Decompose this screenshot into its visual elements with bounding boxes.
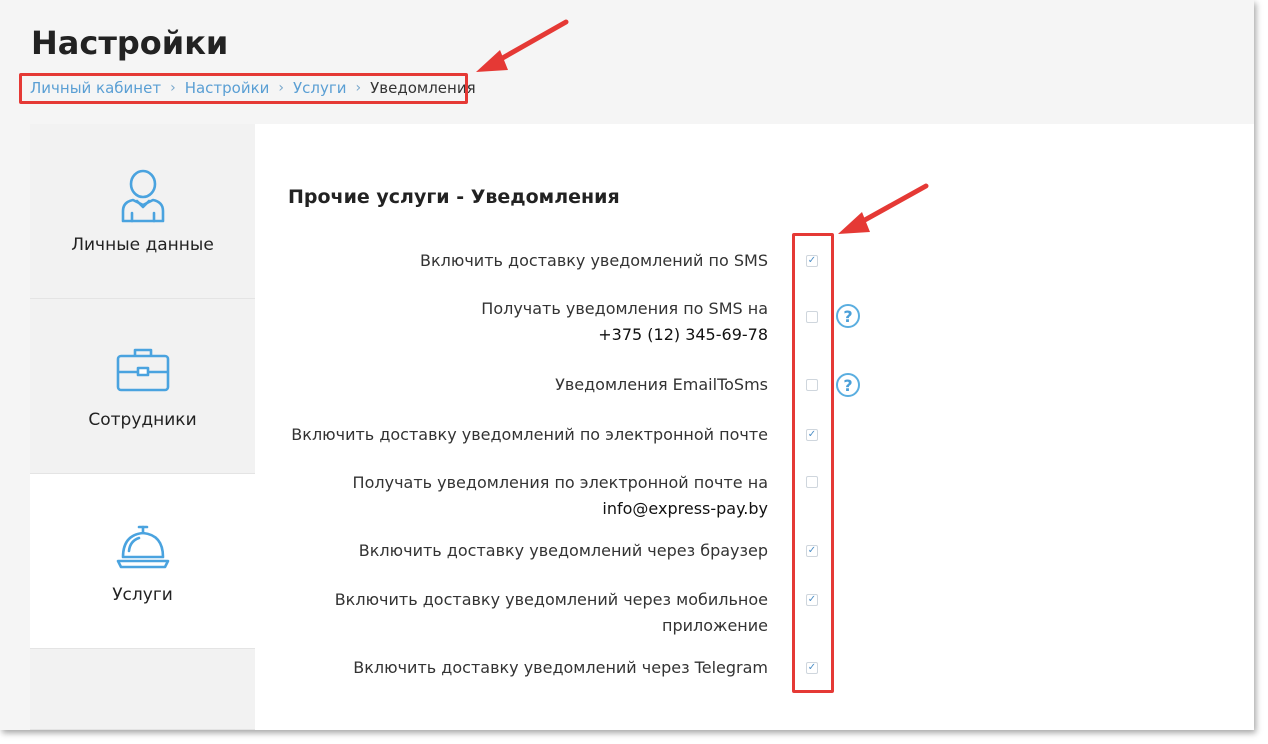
- sidebar-item-employees[interactable]: Сотрудники: [30, 299, 255, 474]
- setting-label: Включить доставку уведомлений через брау…: [358, 541, 768, 560]
- page-title: Настройки: [31, 24, 229, 62]
- user-icon: [121, 169, 164, 223]
- setting-label: Получать уведомления по электронной почт…: [228, 470, 768, 522]
- sidebar-item-empty: [30, 649, 255, 730]
- sidebar-item-personal-data[interactable]: Личные данные: [30, 124, 255, 299]
- header: Настройки Личный кабинет › Настройки › У…: [0, 0, 1254, 124]
- setting-label: Включить доставку уведомлений по SMS: [420, 251, 768, 270]
- sidebar: Личные данные Сотрудники Услуги: [30, 124, 255, 730]
- checkbox-highlight-box: [792, 233, 834, 693]
- help-icon[interactable]: ?: [836, 304, 860, 328]
- breadcrumb-highlight-box: [19, 73, 468, 104]
- annotation-arrow-breadcrumb: [476, 19, 569, 72]
- section-title: Прочие услуги - Уведомления: [288, 186, 620, 208]
- setting-label: Включить доставку уведомлений по электро…: [291, 425, 768, 444]
- page: Настройки Личный кабинет › Настройки › У…: [0, 0, 1254, 730]
- sidebar-item-services[interactable]: Услуги: [30, 474, 255, 649]
- service-bell-icon: [116, 525, 169, 569]
- annotation-arrow-checkboxes: [838, 183, 929, 234]
- setting-label: Уведомления EmailToSms: [555, 375, 768, 394]
- setting-label: Получать уведомления по SMS на +375 (12) …: [228, 296, 768, 348]
- sidebar-item-label: Сотрудники: [88, 410, 197, 430]
- setting-label: Включить доставку уведомлений через моби…: [334, 590, 768, 635]
- main-content: Прочие услуги - Уведомления Включить дос…: [255, 124, 1254, 730]
- setting-label: Включить доставку уведомлений через Tele…: [353, 658, 768, 677]
- help-icon[interactable]: ?: [836, 373, 860, 397]
- briefcase-icon: [116, 348, 169, 392]
- sidebar-item-label: Услуги: [112, 585, 173, 605]
- phone-number: +375 (12) 345-69-78: [598, 325, 768, 344]
- email-address: info@express-pay.by: [602, 499, 768, 518]
- sidebar-item-label: Личные данные: [71, 235, 214, 255]
